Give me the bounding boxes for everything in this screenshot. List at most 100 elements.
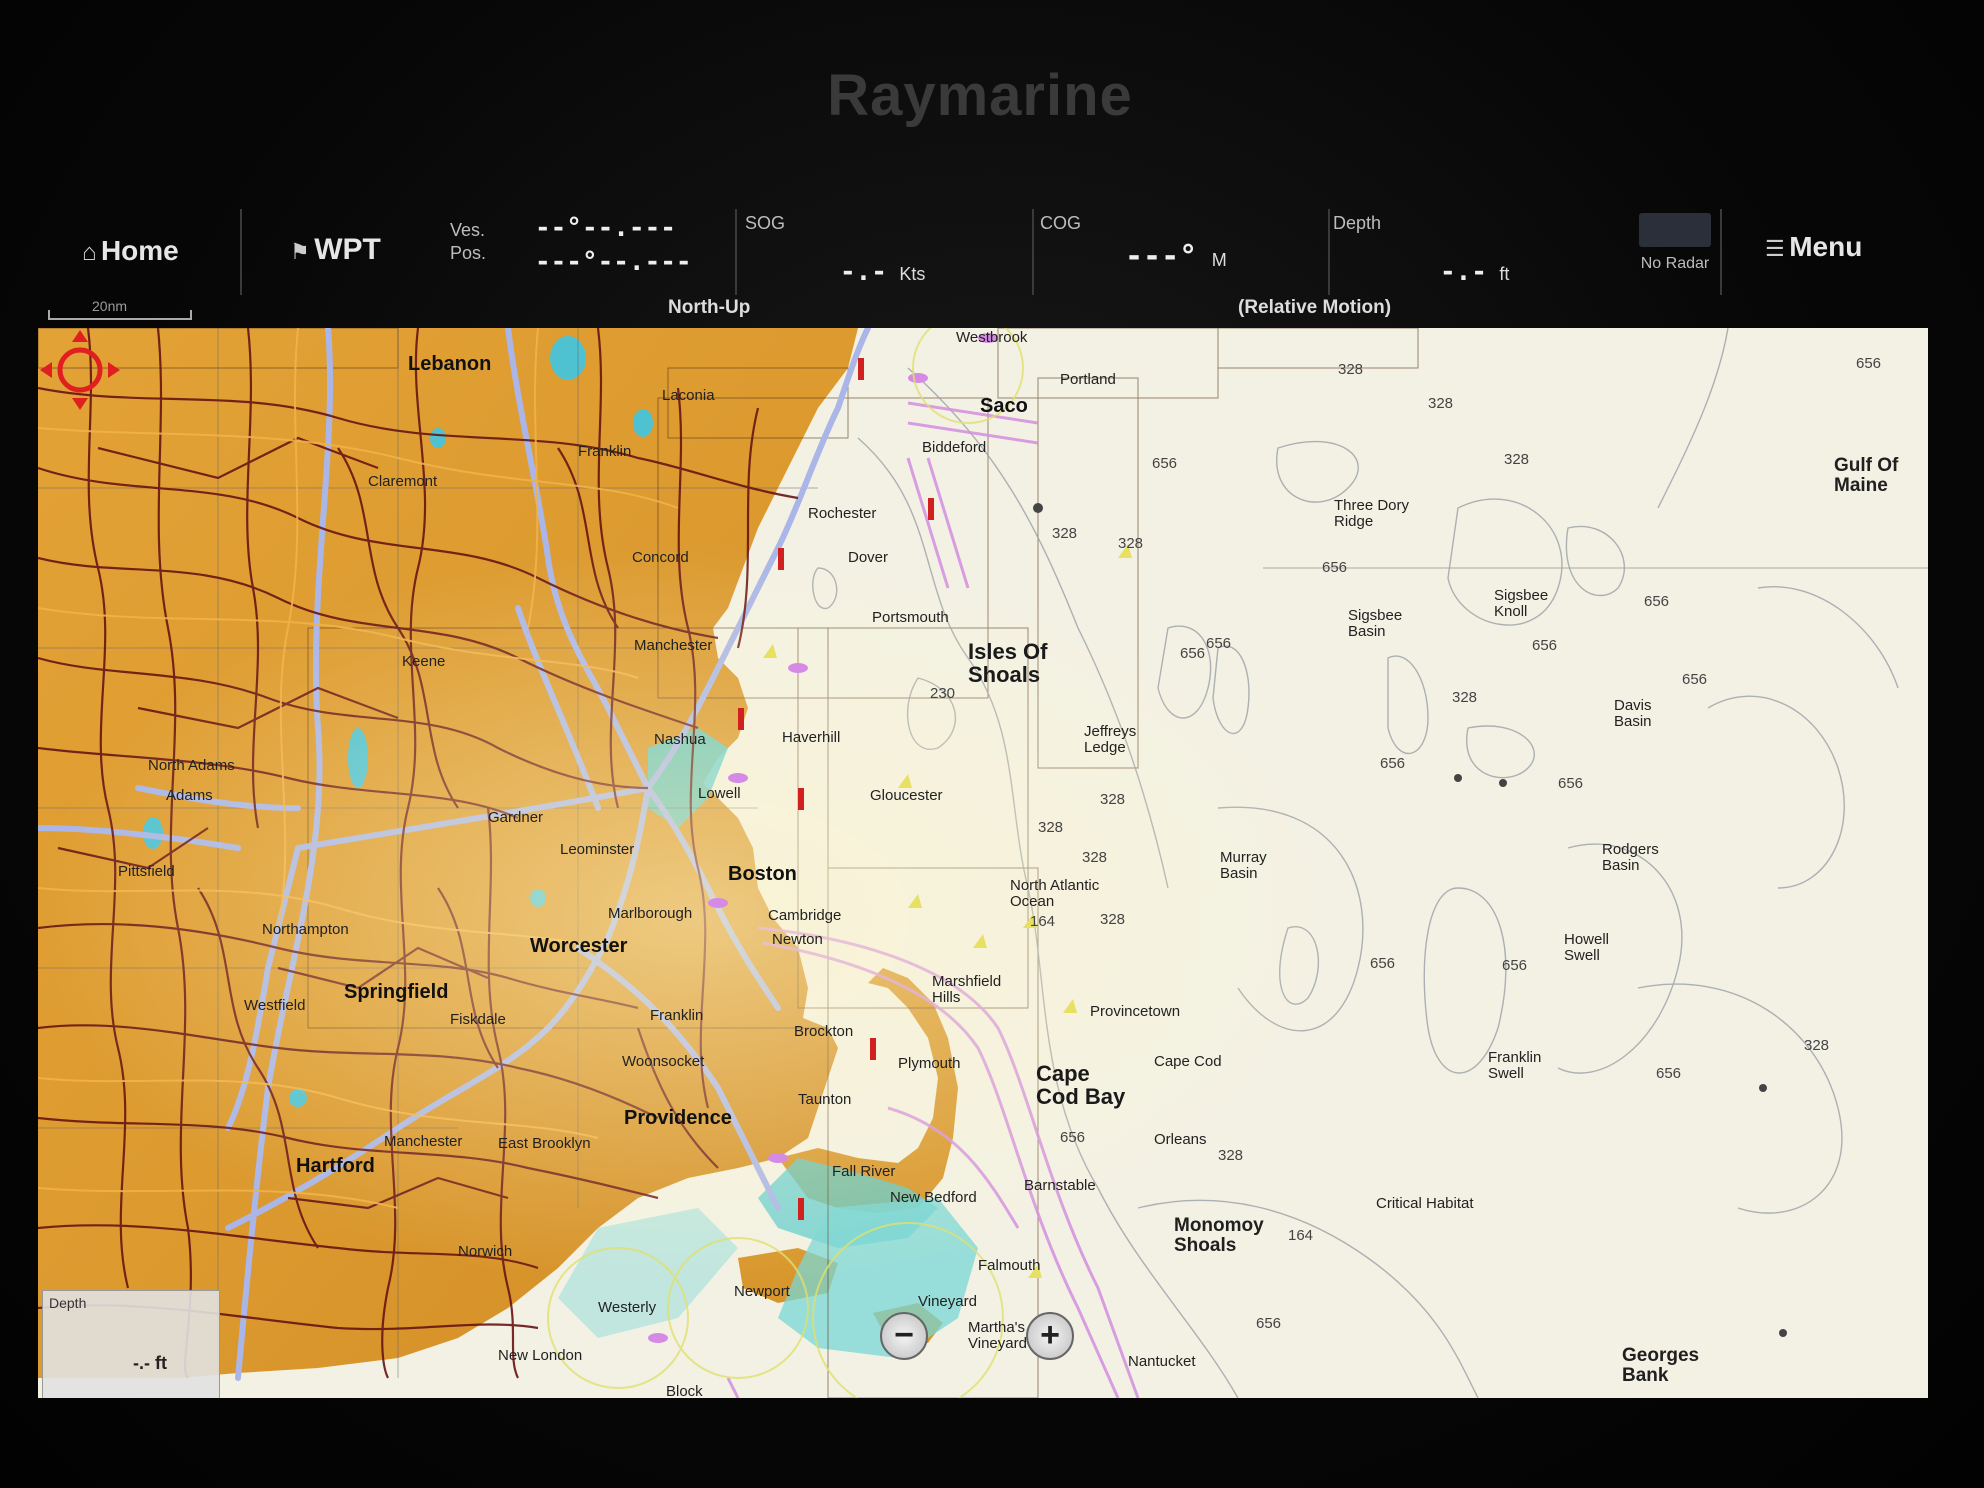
sog-label: SOG (745, 213, 786, 233)
depth-sounding: 656 (1180, 645, 1206, 662)
place-label: Biddeford (922, 439, 987, 456)
place-label: Fiskdale (450, 1011, 506, 1028)
place-label: Concord (632, 549, 689, 566)
place-label: Manchester (634, 637, 713, 654)
wpt-button[interactable]: ⚑ WPT (290, 233, 381, 267)
place-label: Franklin (650, 1007, 704, 1024)
place-label: East Brooklyn (498, 1135, 591, 1152)
place-label: Dover (848, 549, 889, 566)
place-label: Cape Cod (1154, 1053, 1222, 1070)
place-label: Leominster (560, 841, 635, 858)
brand-logo: Raymarine (827, 63, 1133, 128)
place-label: Falmouth (978, 1257, 1041, 1274)
depth-sounding: 328 (1100, 791, 1126, 808)
place-label: Marshfield Hills (932, 973, 1002, 1006)
place-label: Nantucket (1128, 1353, 1196, 1370)
home-button[interactable]: ⌂ Home (82, 235, 179, 267)
waypoint-flag-icon: ⚑ (290, 239, 310, 264)
nautical-chart[interactable]: Lebanon Saco Westbrook Portland Laconia … (38, 328, 1928, 1398)
depth-databox-label: Depth (49, 1295, 87, 1311)
orientation-mode[interactable]: North-Up (668, 297, 750, 319)
depth-value: -.- ft (1440, 257, 1510, 287)
place-label: Franklin (578, 443, 632, 460)
place-label: North Adams (148, 757, 235, 774)
zoom-in-button[interactable]: + (1026, 1312, 1074, 1360)
place-label: Lowell (698, 785, 741, 802)
place-label: Keene (402, 653, 446, 670)
place-label: Cambridge (768, 907, 842, 924)
depth-sounding: 656 (1322, 559, 1348, 576)
depth-sounding: 328 (1218, 1147, 1244, 1164)
place-label: Newton (772, 931, 823, 948)
sog-value: -.- Kts (840, 257, 926, 287)
depth-sounding: 328 (1118, 535, 1144, 552)
cursor-crosshair-icon[interactable] (38, 328, 122, 412)
place-label: New London (498, 1347, 583, 1364)
radar-status[interactable]: No Radar (1630, 213, 1720, 273)
depth-sounding: 164 (1288, 1227, 1314, 1244)
feature-label: Critical Habitat (1376, 1195, 1474, 1212)
menu-button[interactable]: ☰ Menu (1765, 231, 1862, 263)
depth-sounding: 656 (1152, 455, 1178, 472)
radar-icon (1639, 213, 1711, 247)
depth-sounding: 656 (1370, 955, 1396, 972)
depth-sounding: 328 (1504, 451, 1530, 468)
feature-label: Monomoy Shoals (1174, 1215, 1264, 1256)
motion-mode[interactable]: (Relative Motion) (1238, 297, 1391, 319)
feature-label: Cape Cod Bay (1036, 1061, 1126, 1110)
separator (1328, 209, 1330, 295)
separator (1032, 209, 1034, 295)
feature-label: Jeffreys Ledge (1084, 723, 1137, 756)
depth-sounding: 656 (1532, 637, 1558, 654)
place-label: Nashua (654, 731, 706, 748)
place-label: Adams (166, 787, 213, 804)
place-label: Saco (980, 395, 1028, 417)
depth-sounding: 328 (1338, 361, 1364, 378)
feature-label: Howell Swell (1564, 931, 1610, 964)
depth-sounding: 656 (1856, 355, 1882, 372)
feature-label: Gulf Of Maine (1834, 455, 1899, 496)
depth-sounding: 656 (1256, 1315, 1282, 1332)
home-icon: ⌂ (82, 239, 97, 266)
place-label: Vineyard (918, 1293, 977, 1310)
place-label: Fall River (832, 1163, 896, 1180)
feature-label: Franklin Swell (1488, 1049, 1542, 1082)
place-label: Gardner (488, 809, 544, 826)
place-label: Springfield (344, 981, 449, 1003)
depth-sounding: 656 (1206, 635, 1232, 652)
feature-label: North Atlantic Ocean (1010, 877, 1100, 910)
depth-sounding: 328 (1100, 911, 1126, 928)
depth-sounding: 230 (930, 685, 956, 702)
depth-sounding: 328 (1052, 525, 1078, 542)
depth-sounding: 328 (1428, 395, 1454, 412)
depth-sounding: 656 (1656, 1065, 1682, 1082)
place-label: Gloucester (870, 787, 943, 804)
depth-sounding: 656 (1644, 593, 1670, 610)
depth-sounding: 656 (1682, 671, 1708, 688)
menu-list-icon: ☰ (1765, 236, 1785, 261)
data-bar: ⌂ Home ⚑ WPT Ves. Pos. --°--.--- ---°--.… (40, 205, 1940, 325)
place-label: Northampton (262, 921, 349, 938)
place-label: Worcester (530, 935, 628, 957)
depth-sounding: 656 (1380, 755, 1406, 772)
place-label: Lebanon (408, 353, 492, 375)
depth-sounding: 328 (1804, 1037, 1830, 1054)
place-label: Laconia (662, 387, 715, 404)
place-label: Boston (728, 863, 797, 885)
place-label: Manchester (384, 1133, 463, 1150)
depth-databox[interactable]: Depth -.- ft (42, 1290, 220, 1398)
place-label: Block (666, 1383, 703, 1398)
place-label: Brockton (794, 1023, 854, 1040)
feature-label: Murray Basin (1220, 849, 1267, 882)
place-label: Westerly (598, 1299, 657, 1316)
zoom-out-button[interactable]: − (880, 1312, 928, 1360)
place-label: New Bedford (890, 1189, 977, 1206)
separator (1720, 209, 1722, 295)
place-label: Provincetown (1090, 1003, 1181, 1020)
depth-sounding: 656 (1502, 957, 1528, 974)
feature-label: Rodgers Basin (1602, 841, 1659, 874)
depth-databox-value: -.- ft (133, 1353, 167, 1373)
vessel-position-value: --°--.--- ---°--.--- (535, 213, 692, 277)
place-label: Portsmouth (872, 609, 949, 626)
place-label: Woonsocket (622, 1053, 705, 1070)
